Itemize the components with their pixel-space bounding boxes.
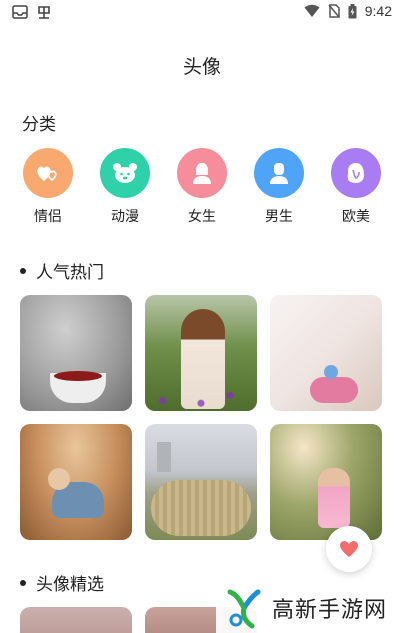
favorites-button[interactable] [326,526,372,572]
pink-toy-photo[interactable] [270,295,382,411]
category-label: 动漫 [111,209,139,225]
bullet-dot [20,579,26,586]
site-watermark: 高新手游网 [216,582,404,633]
wifi-icon [304,4,320,17]
hearts-icon [23,148,73,198]
girl-in-pink-dress-photo[interactable] [270,424,382,540]
site-logo-icon [227,589,261,628]
category-boys[interactable]: 男生 [241,148,317,226]
popular-title: 人气热门 [36,263,104,283]
category-label: 情侣 [34,209,62,225]
category-couples[interactable]: 情侣 [10,148,86,226]
heart-icon [340,541,358,557]
category-list: 情侣 动漫 女生 男生 欧美 [10,148,394,226]
featured-photo[interactable] [20,607,132,633]
category-label: 女生 [188,209,216,225]
bullet-dot [20,267,26,274]
category-western[interactable]: 欧美 [318,148,394,226]
category-girls[interactable]: 女生 [164,148,240,226]
category-label: 欧美 [342,209,370,225]
no-sim-icon [328,4,340,18]
status-bar: 9:42 [0,0,404,26]
baby-on-dirt-photo[interactable] [20,424,132,540]
popular-grid [20,295,382,540]
clock: 9:42 [364,3,392,19]
featured-heading: 头像精选 [20,570,104,595]
popular-heading: 人气热门 [20,258,104,283]
male-avatar-icon [254,148,304,198]
categories-heading: 分类 [22,115,56,135]
sweater-coffee-cup-photo[interactable] [20,295,132,411]
app-icon [38,6,50,19]
battery-charging-icon [348,3,357,18]
category-anime[interactable]: 动漫 [87,148,163,226]
child-on-hay-bale-photo[interactable] [145,424,257,540]
bear-icon [100,148,150,198]
watermark-text: 高新手游网 [272,597,388,623]
female-avatar-icon [177,148,227,198]
category-label: 男生 [265,209,293,225]
featured-title: 头像精选 [36,575,104,595]
western-face-icon [331,148,381,198]
page-title: 头像 [182,56,221,78]
girl-with-hat-in-field-photo[interactable] [145,295,257,411]
inbox-icon [12,5,28,19]
